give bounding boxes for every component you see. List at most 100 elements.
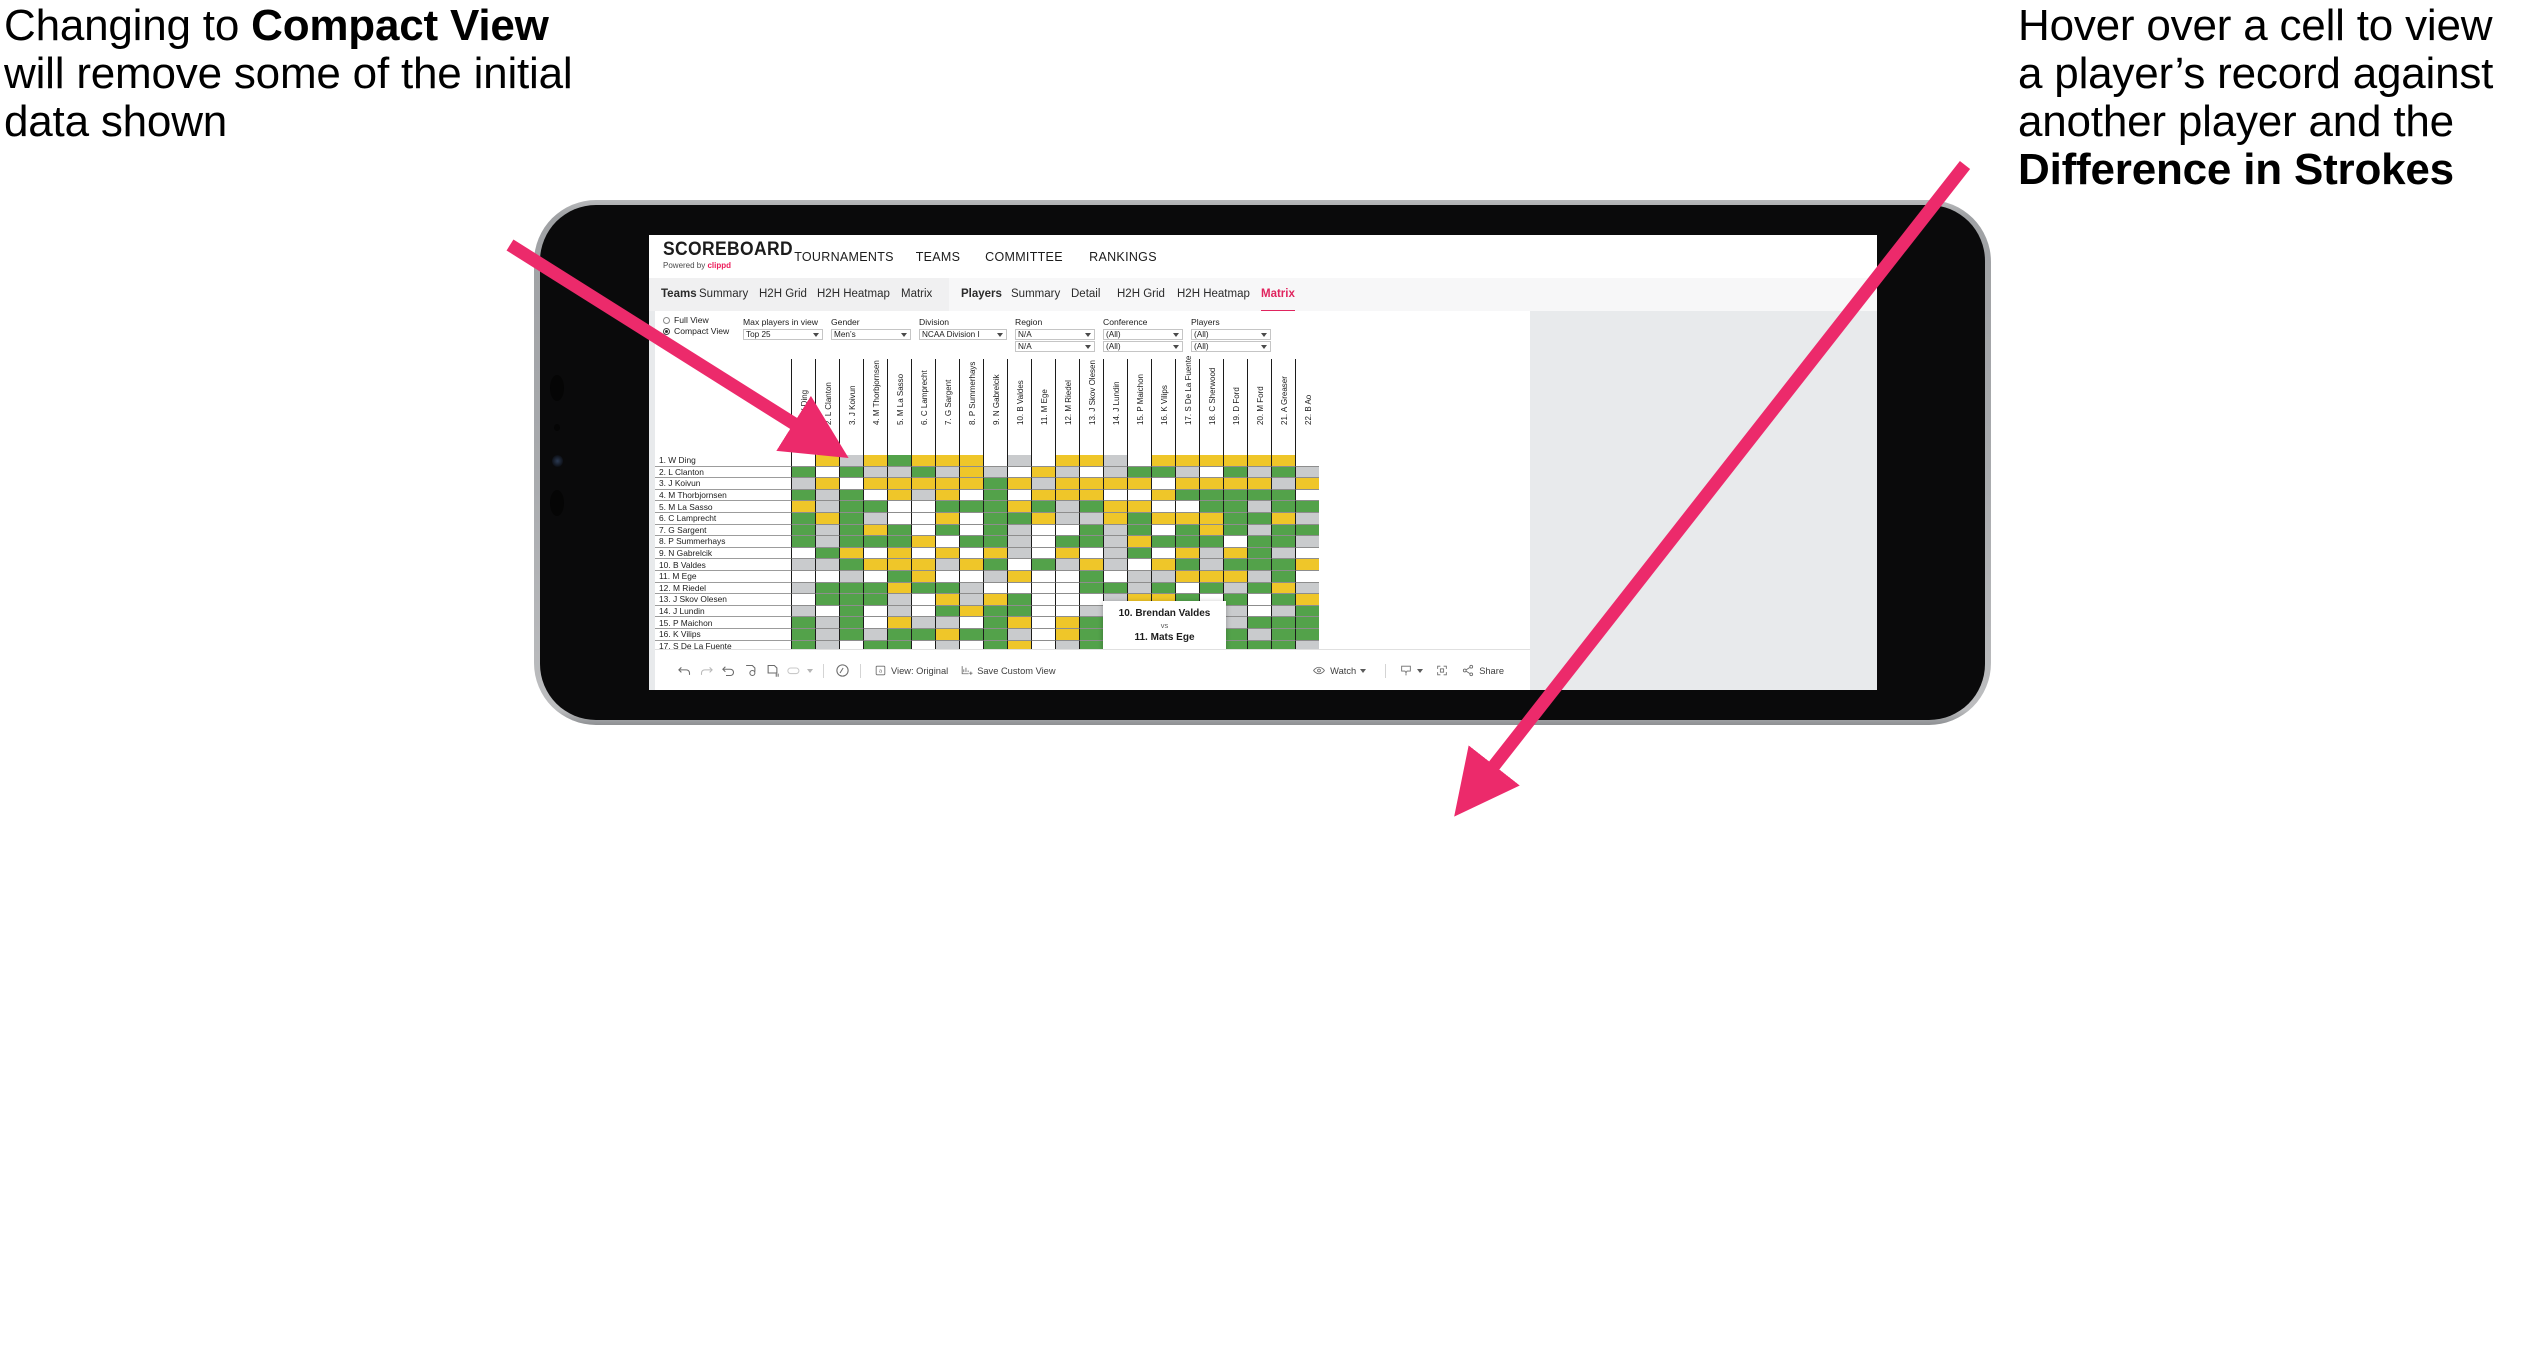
matrix-cell[interactable]	[959, 617, 983, 629]
matrix-cell[interactable]	[791, 594, 815, 606]
matrix-cell[interactable]	[1055, 512, 1079, 525]
matrix-cell[interactable]	[935, 536, 959, 548]
matrix-cell[interactable]	[1199, 455, 1223, 467]
matrix-cell[interactable]	[1295, 466, 1319, 479]
matrix-cell[interactable]	[863, 512, 887, 525]
matrix-cell[interactable]	[863, 628, 887, 641]
matrix-cell[interactable]	[887, 512, 911, 525]
matrix-cell[interactable]	[983, 594, 1007, 606]
matrix-cell[interactable]	[1295, 489, 1319, 502]
matrix-cell[interactable]	[1103, 570, 1127, 583]
matrix-cell[interactable]	[1223, 570, 1247, 583]
matrix-cell[interactable]	[1079, 536, 1103, 548]
sub-nav-tab-h2h-heatmap[interactable]: H2H Heatmap	[1177, 278, 1250, 310]
matrix-cell[interactable]	[935, 628, 959, 641]
matrix-cell[interactable]	[983, 501, 1007, 513]
matrix-cell[interactable]	[791, 466, 815, 479]
matrix-cell[interactable]	[1295, 559, 1319, 571]
matrix-cell[interactable]	[1127, 570, 1151, 583]
matrix-row-header[interactable]: 13. J Skov Olesen	[655, 594, 791, 606]
matrix-cell[interactable]	[911, 466, 935, 479]
matrix-cell[interactable]	[863, 582, 887, 595]
redo-icon[interactable]	[695, 660, 717, 682]
matrix-cell[interactable]	[959, 605, 983, 618]
matrix-cell[interactable]	[1271, 605, 1295, 618]
sub-nav-tab-h2h-grid[interactable]: H2H Grid	[1117, 278, 1165, 310]
matrix-cell[interactable]	[911, 628, 935, 641]
matrix-cell[interactable]	[1199, 466, 1223, 479]
clock-icon[interactable]	[831, 660, 853, 682]
matrix-cell[interactable]	[911, 559, 935, 571]
matrix-cell[interactable]	[1127, 536, 1151, 548]
matrix-cell[interactable]	[983, 536, 1007, 548]
matrix-column-header[interactable]: 8. P Summerhays	[959, 359, 983, 455]
matrix-cell[interactable]	[863, 524, 887, 537]
matrix-row-header[interactable]: 6. C Lamprecht	[655, 512, 791, 525]
matrix-cell[interactable]	[1103, 466, 1127, 479]
matrix-cell[interactable]	[1247, 466, 1271, 479]
matrix-cell[interactable]	[1223, 524, 1247, 537]
matrix-cell[interactable]	[911, 524, 935, 537]
matrix-cell[interactable]	[911, 547, 935, 560]
matrix-column-header[interactable]: 11. M Ege	[1031, 359, 1055, 455]
matrix-cell[interactable]	[791, 512, 815, 525]
matrix-cell[interactable]	[1247, 605, 1271, 618]
top-nav-tab-committee[interactable]: COMMITTEE	[973, 235, 1075, 280]
matrix-column-header[interactable]: 15. P Maichon	[1127, 359, 1151, 455]
matrix-cell[interactable]	[887, 570, 911, 583]
matrix-cell[interactable]	[1175, 559, 1199, 571]
matrix-cell[interactable]	[1103, 478, 1127, 490]
matrix-cell[interactable]	[959, 594, 983, 606]
matrix-cell[interactable]	[1151, 570, 1175, 583]
matrix-cell[interactable]	[1223, 512, 1247, 525]
matrix-cell[interactable]	[1247, 455, 1271, 467]
matrix-cell[interactable]	[1079, 524, 1103, 537]
matrix-cell[interactable]	[1055, 594, 1079, 606]
matrix-cell[interactable]	[887, 466, 911, 479]
matrix-cell[interactable]	[1031, 524, 1055, 537]
matrix-cell[interactable]	[911, 594, 935, 606]
matrix-row-header[interactable]: 11. M Ege	[655, 570, 791, 583]
matrix-cell[interactable]	[1079, 501, 1103, 513]
matrix-cell[interactable]	[863, 478, 887, 490]
matrix-cell[interactable]	[1151, 512, 1175, 525]
matrix-cell[interactable]	[1079, 628, 1103, 641]
matrix-cell[interactable]	[1079, 559, 1103, 571]
sub-nav-tab-matrix[interactable]: Matrix	[901, 278, 932, 310]
matrix-cell[interactable]	[1247, 536, 1271, 548]
matrix-cell[interactable]	[1079, 605, 1103, 618]
matrix-cell[interactable]	[1055, 547, 1079, 560]
matrix-cell[interactable]	[1007, 524, 1031, 537]
matrix-cell[interactable]	[1151, 536, 1175, 548]
matrix-cell[interactable]	[911, 489, 935, 502]
matrix-cell[interactable]	[791, 536, 815, 548]
matrix-cell[interactable]	[1223, 489, 1247, 502]
matrix-cell[interactable]	[959, 547, 983, 560]
matrix-cell[interactable]	[815, 594, 839, 606]
matrix-cell[interactable]	[1175, 582, 1199, 595]
revert-icon[interactable]	[717, 660, 739, 682]
matrix-cell[interactable]	[887, 617, 911, 629]
matrix-cell[interactable]	[1247, 478, 1271, 490]
matrix-cell[interactable]	[1295, 536, 1319, 548]
matrix-cell[interactable]	[887, 501, 911, 513]
matrix-cell[interactable]	[959, 512, 983, 525]
matrix-cell[interactable]	[1223, 628, 1247, 641]
matrix-cell[interactable]	[1175, 570, 1199, 583]
matrix-cell[interactable]	[815, 628, 839, 641]
matrix-cell[interactable]	[1007, 455, 1031, 467]
matrix-cell[interactable]	[1079, 455, 1103, 467]
matrix-cell[interactable]	[1199, 501, 1223, 513]
matrix-column-header[interactable]: 5. M La Sasso	[887, 359, 911, 455]
matrix-cell[interactable]	[791, 570, 815, 583]
matrix-cell[interactable]	[935, 455, 959, 467]
matrix-cell[interactable]	[1223, 582, 1247, 595]
matrix-cell[interactable]	[959, 570, 983, 583]
matrix-cell[interactable]	[983, 617, 1007, 629]
matrix-cell[interactable]	[1295, 547, 1319, 560]
matrix-cell[interactable]	[839, 617, 863, 629]
matrix-cell[interactable]	[791, 455, 815, 467]
matrix-cell[interactable]	[1247, 559, 1271, 571]
matrix-cell[interactable]	[863, 536, 887, 548]
matrix-cell[interactable]	[1151, 501, 1175, 513]
